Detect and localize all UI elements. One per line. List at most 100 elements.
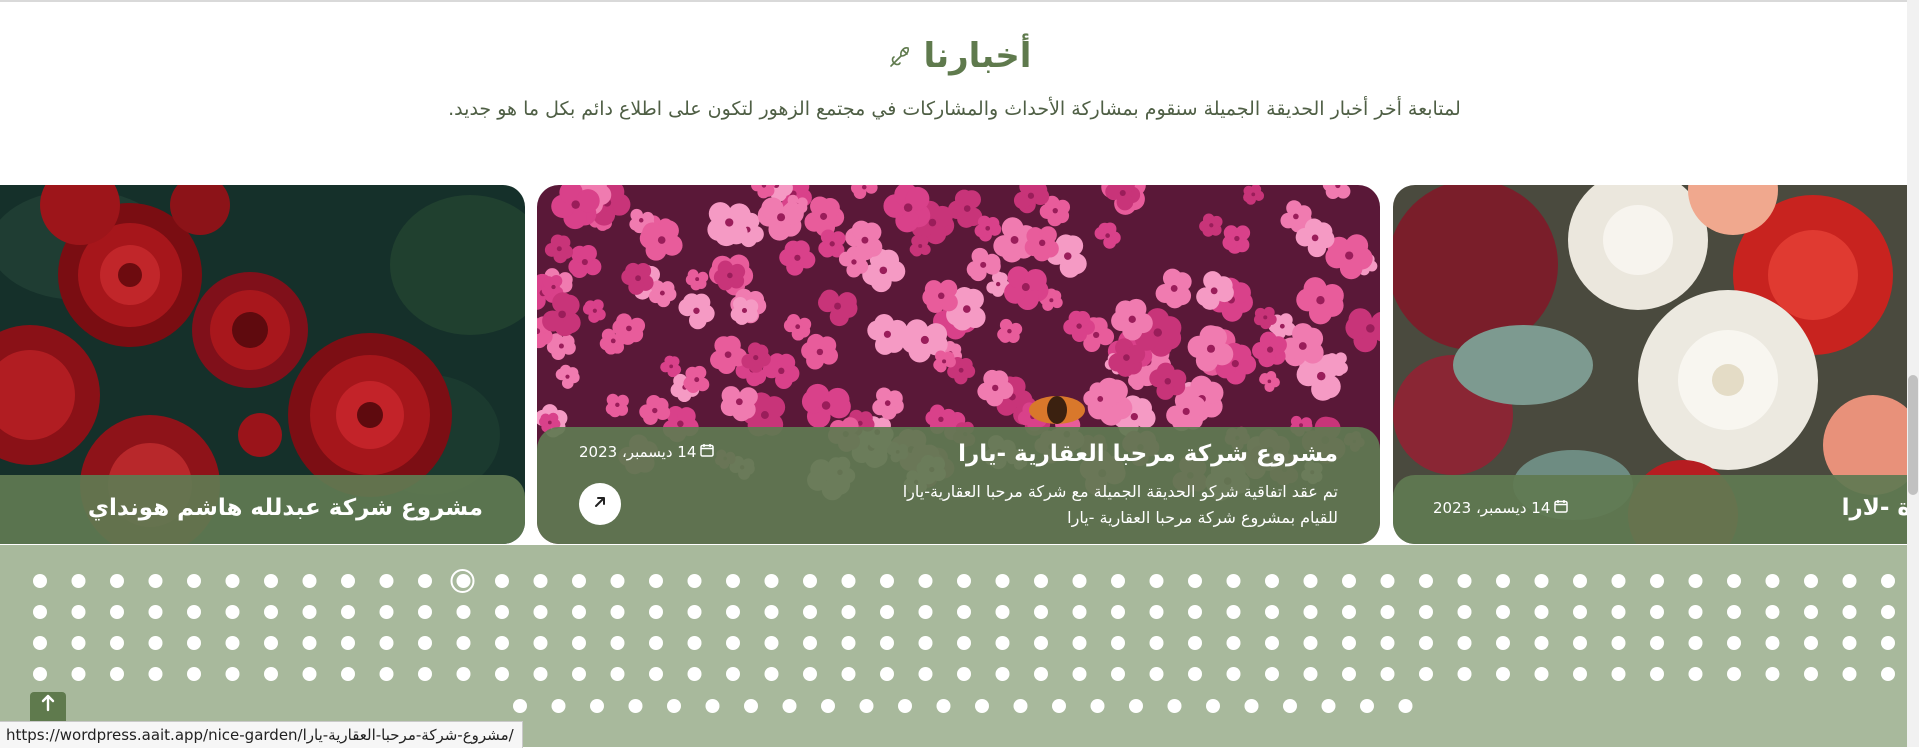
- pagination-dot[interactable]: [418, 574, 432, 588]
- pagination-dot[interactable]: [1342, 574, 1356, 588]
- pagination-dot[interactable]: [1727, 574, 1741, 588]
- pagination-dot: [1360, 699, 1374, 713]
- pagination-dot[interactable]: [842, 574, 856, 588]
- pagination-dot[interactable]: [1881, 574, 1895, 588]
- news-card[interactable]: ة -لارا 14 ديسمبر، 2023: [1393, 185, 1911, 544]
- pagination-dot[interactable]: [803, 574, 817, 588]
- card-date: 14 ديسمبر، 2023: [579, 443, 714, 461]
- pagination-dot[interactable]: [303, 574, 317, 588]
- pagination-dot: [1381, 636, 1395, 650]
- pagination-dot: [821, 699, 835, 713]
- pagination-dot: [1283, 699, 1297, 713]
- pagination-dot[interactable]: [1496, 574, 1510, 588]
- pagination-dot[interactable]: [1419, 574, 1433, 588]
- pagination-dot: [1766, 667, 1780, 681]
- card-date-text: 14 ديسمبر، 2023: [579, 443, 696, 461]
- pagination-dot: [1206, 699, 1220, 713]
- pagination-dot: [880, 636, 894, 650]
- pagination-dot[interactable]: [1111, 574, 1125, 588]
- pagination-dot[interactable]: [149, 574, 163, 588]
- pagination-dot: [1535, 636, 1549, 650]
- pagination-dot: [1034, 636, 1048, 650]
- pagination-dot: [649, 605, 663, 619]
- pagination-dot[interactable]: [341, 574, 355, 588]
- pagination-dot: [1034, 667, 1048, 681]
- pagination-dot: [226, 667, 240, 681]
- pagination-dot[interactable]: [33, 574, 47, 588]
- pagination-dot[interactable]: [187, 574, 201, 588]
- pagination-dot[interactable]: [996, 574, 1010, 588]
- pagination-dot: [765, 667, 779, 681]
- pagination-dot: [1111, 605, 1125, 619]
- pagination-dot[interactable]: [1573, 574, 1587, 588]
- pagination-dot[interactable]: [1843, 574, 1857, 588]
- pagination-dot: [667, 699, 681, 713]
- pagination-dot[interactable]: [572, 574, 586, 588]
- pagination-dot: [1612, 605, 1626, 619]
- pagination-dot: [1073, 667, 1087, 681]
- pagination-dot: [1496, 636, 1510, 650]
- pagination-dot[interactable]: [611, 574, 625, 588]
- pagination-dot[interactable]: [495, 574, 509, 588]
- pagination-dot[interactable]: [880, 574, 894, 588]
- pagination-dot[interactable]: [1381, 574, 1395, 588]
- pagination-dot: [418, 667, 432, 681]
- pagination-dot: [1727, 636, 1741, 650]
- card-title[interactable]: ة -لارا: [1842, 495, 1911, 521]
- pagination-dot[interactable]: [264, 574, 278, 588]
- pagination-dot: [688, 605, 702, 619]
- card-date: 14 ديسمبر، 2023: [1433, 499, 1568, 517]
- pagination-dot: [72, 605, 86, 619]
- card-title[interactable]: مشروع شركة عبدلله هاشم هونداي: [88, 495, 483, 521]
- pagination-dot[interactable]: [226, 574, 240, 588]
- pagination-dot[interactable]: [1304, 574, 1318, 588]
- pagination-dot[interactable]: [688, 574, 702, 588]
- pagination-dot: [1458, 636, 1472, 650]
- pagination-dot[interactable]: [1073, 574, 1087, 588]
- pagination-dot[interactable]: [1612, 574, 1626, 588]
- pagination-dot[interactable]: [380, 574, 394, 588]
- pagination-dot: [860, 699, 874, 713]
- pagination-dot[interactable]: [1804, 574, 1818, 588]
- pagination-dot[interactable]: [1535, 574, 1549, 588]
- pagination-dot[interactable]: [1150, 574, 1164, 588]
- pagination-dot[interactable]: [534, 574, 548, 588]
- pagination-dot[interactable]: [957, 574, 971, 588]
- pagination-dot: [341, 636, 355, 650]
- card-date-text: 14 ديسمبر، 2023: [1433, 499, 1550, 517]
- news-header: أخبارنا لمتابعة أخر أخبار الحديقة الجميل…: [0, 36, 1919, 120]
- pagination-dot: [341, 605, 355, 619]
- pagination-dot[interactable]: [1650, 574, 1664, 588]
- card-title[interactable]: مشروع شركة مرحبا العقارية -يارا: [958, 441, 1338, 467]
- pagination-dot: [726, 636, 740, 650]
- pagination-dot[interactable]: [1265, 574, 1279, 588]
- page-scrollbar[interactable]: [1907, 0, 1919, 747]
- pagination-dot[interactable]: [110, 574, 124, 588]
- pagination-dot[interactable]: [1034, 574, 1048, 588]
- read-more-button[interactable]: [579, 483, 621, 525]
- pagination-dot[interactable]: [1227, 574, 1241, 588]
- scrollbar-thumb[interactable]: [1908, 375, 1918, 495]
- pagination-dot[interactable]: [1766, 574, 1780, 588]
- pagination-dot: [149, 636, 163, 650]
- pagination-dot[interactable]: [1689, 574, 1703, 588]
- pagination-dot: [1804, 605, 1818, 619]
- pagination-dot: [880, 667, 894, 681]
- pagination-dot[interactable]: [765, 574, 779, 588]
- pagination-dot[interactable]: [1458, 574, 1472, 588]
- pagination-dot: [1535, 667, 1549, 681]
- pagination-dot: [1804, 636, 1818, 650]
- section-title: أخبارنا: [924, 36, 1032, 76]
- pagination-dot: [418, 605, 432, 619]
- pagination-dot[interactable]: [72, 574, 86, 588]
- carousel-pagination-dots: [0, 545, 1919, 747]
- pagination-dot[interactable]: [726, 574, 740, 588]
- pagination-dot: [611, 605, 625, 619]
- pagination-dot[interactable]: [649, 574, 663, 588]
- pagination-dot[interactable]: [1188, 574, 1202, 588]
- pagination-dot[interactable]: [457, 574, 471, 588]
- news-card[interactable]: مشروع شركة مرحبا العقارية -يارا 14 ديسمب…: [537, 185, 1380, 544]
- pagination-dot: [649, 636, 663, 650]
- pagination-dot[interactable]: [919, 574, 933, 588]
- news-card[interactable]: مشروع شركة عبدلله هاشم هونداي: [0, 185, 525, 544]
